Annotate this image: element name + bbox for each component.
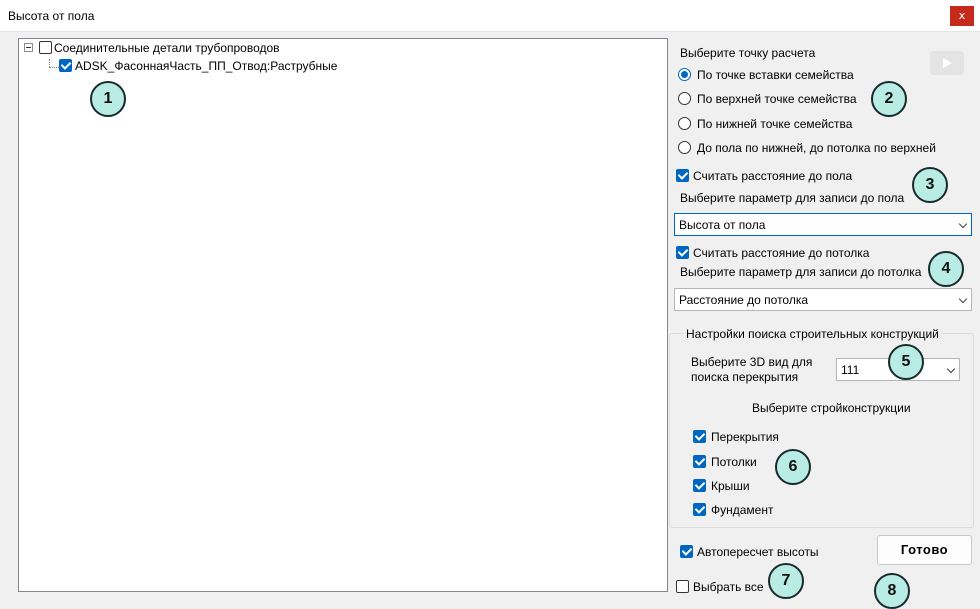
window: Высота от пола x Соединительные детали т… xyxy=(0,0,980,609)
annotation-badge-2: 2 xyxy=(871,81,907,117)
tree-collapse-icon[interactable] xyxy=(24,43,33,52)
floor-distance-label[interactable]: Считать расстояние до пола xyxy=(693,169,852,183)
close-button[interactable]: x xyxy=(950,6,974,26)
structure-label-ceilings[interactable]: Потолки xyxy=(711,455,757,469)
annotation-badge-1: 1 xyxy=(90,81,126,117)
ceiling-param-dropdown[interactable]: Расстояние до потолка xyxy=(674,288,972,311)
radio-bottom-point[interactable] xyxy=(678,117,691,130)
floor-param-dropdown[interactable]: Высота от пола xyxy=(674,213,972,236)
structure-label-roofs[interactable]: Крыши xyxy=(711,479,750,493)
radio-top-point-label[interactable]: По верхней точке семейства xyxy=(697,92,857,106)
structure-checkbox-foundation[interactable] xyxy=(693,503,706,516)
select-all-label[interactable]: Выбрать все xyxy=(693,580,764,594)
tree-connector xyxy=(49,59,50,67)
structure-checkbox-floors[interactable] xyxy=(693,430,706,443)
annotation-badge-7: 7 xyxy=(768,563,804,599)
radio-insert-point-label[interactable]: По точке вставки семейства xyxy=(697,68,854,82)
structure-checkbox-ceilings[interactable] xyxy=(693,455,706,468)
view-label-line1: Выберите 3D вид для xyxy=(691,355,813,369)
tree-child-label[interactable]: ADSK_ФасоннаяЧасть_ПП_Отвод:Раструбные xyxy=(75,59,337,73)
tree-root-checkbox[interactable] xyxy=(39,41,52,54)
floor-distance-checkbox[interactable] xyxy=(676,169,689,182)
view-label-line2: поиска перекрытия xyxy=(691,370,799,384)
ceiling-param-heading: Выберите параметр для записи до потолка xyxy=(680,265,922,279)
radio-insert-point[interactable] xyxy=(678,68,691,81)
ceiling-distance-checkbox[interactable] xyxy=(676,246,689,259)
chevron-down-icon xyxy=(958,219,968,229)
floor-param-value: Высота от пола xyxy=(679,218,766,232)
annotation-badge-6: 6 xyxy=(775,449,811,485)
annotation-badge-3: 3 xyxy=(912,167,948,203)
radio-floor-ceiling-label[interactable]: До пола по нижней, до потолка по верхней xyxy=(697,141,936,155)
radio-floor-ceiling[interactable] xyxy=(678,141,691,154)
tree-root-label[interactable]: Соединительные детали трубопроводов xyxy=(54,41,280,55)
floor-param-heading: Выберите параметр для записи до пола xyxy=(680,191,905,205)
ceiling-distance-label[interactable]: Считать расстояние до потолка xyxy=(693,246,869,260)
tree-child-checkbox[interactable] xyxy=(59,59,72,72)
structures-heading: Выберите стройконструкции xyxy=(752,401,911,415)
auto-recalc-label[interactable]: Автопересчет высоты xyxy=(697,545,819,559)
window-title: Высота от пола xyxy=(8,9,95,23)
calc-point-heading: Выберите точку расчета xyxy=(680,46,816,60)
radio-top-point[interactable] xyxy=(678,92,691,105)
ceiling-param-value: Расстояние до потолка xyxy=(679,293,809,307)
structure-label-foundation[interactable]: Фундамент xyxy=(711,503,773,517)
search-settings-title: Настройки поиска строительных конструкци… xyxy=(684,327,941,341)
done-button[interactable]: Готово xyxy=(877,535,972,565)
tree-connector xyxy=(49,67,59,68)
structure-checkbox-roofs[interactable] xyxy=(693,479,706,492)
chevron-down-icon xyxy=(958,294,968,304)
play-icon[interactable] xyxy=(930,51,964,75)
3d-view-value: 111 xyxy=(841,363,860,377)
title-bar: Высота от пола x xyxy=(0,0,980,32)
radio-bottom-point-label[interactable]: По нижней точке семейства xyxy=(697,117,852,131)
tree-view[interactable]: Соединительные детали трубопроводов ADSK… xyxy=(18,38,668,592)
annotation-badge-8: 8 xyxy=(874,573,910,609)
structure-label-floors[interactable]: Перекрытия xyxy=(711,430,779,444)
select-all-checkbox[interactable] xyxy=(676,580,689,593)
annotation-badge-4: 4 xyxy=(928,251,964,287)
auto-recalc-checkbox[interactable] xyxy=(680,545,693,558)
chevron-down-icon xyxy=(946,364,956,374)
annotation-badge-5: 5 xyxy=(888,344,924,380)
